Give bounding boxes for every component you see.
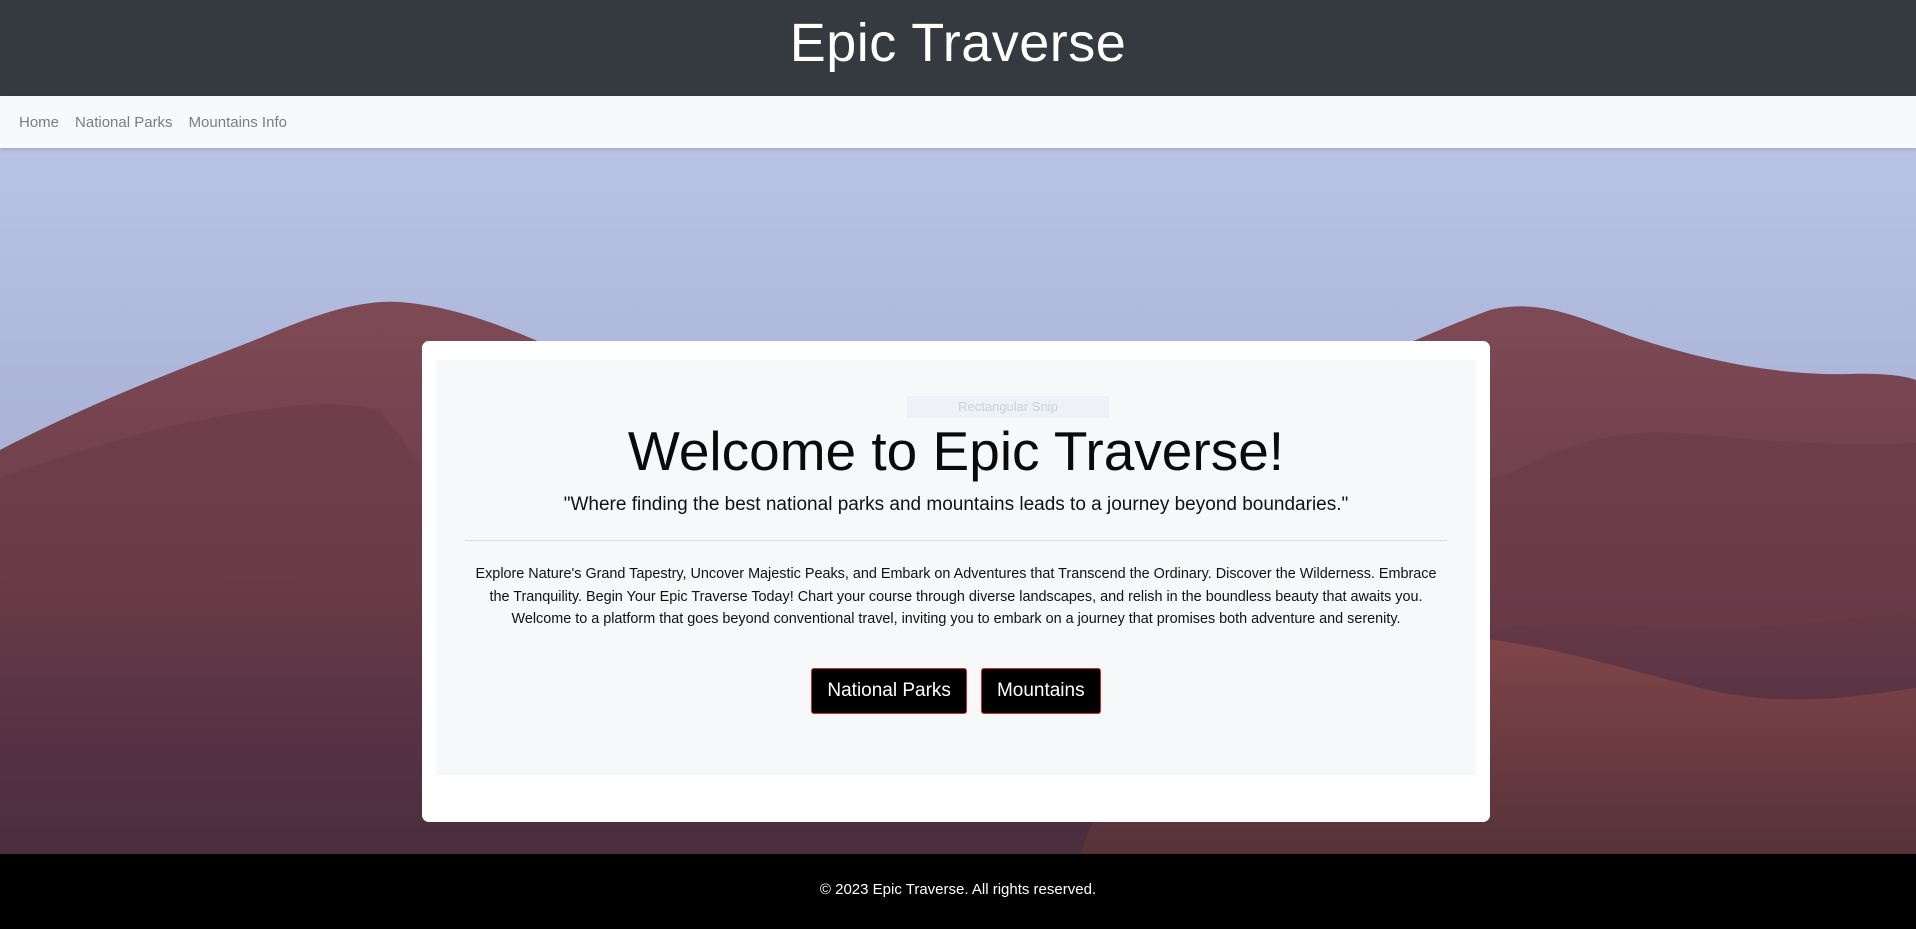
nav-link-national-parks[interactable]: National Parks — [67, 114, 181, 131]
copyright-text: © 2023 Epic Traverse. All rights reserve… — [819, 880, 1097, 898]
site-footer: © 2023 Epic Traverse. All rights reserve… — [0, 854, 1916, 929]
cta-buttons: National Parks Mountains — [436, 668, 1476, 714]
welcome-heading: Welcome to Epic Traverse! — [627, 420, 1285, 482]
tagline: "Where finding the best national parks a… — [563, 494, 1349, 515]
welcome-jumbotron: Rectangular Snip Welcome to Epic Travers… — [436, 360, 1476, 775]
welcome-card: Rectangular Snip Welcome to Epic Travers… — [422, 341, 1490, 822]
snip-tooltip: Rectangular Snip — [907, 396, 1109, 418]
top-navbar: Home National Parks Mountains Info — [0, 96, 1916, 148]
hero-section: Rectangular Snip Welcome to Epic Travers… — [0, 148, 1916, 854]
national-parks-button[interactable]: National Parks — [811, 668, 967, 714]
mountains-button[interactable]: Mountains — [980, 668, 1101, 714]
nav-link-home[interactable]: Home — [11, 114, 67, 131]
intro-description: Explore Nature's Grand Tapestry, Uncover… — [475, 566, 1437, 627]
nav-link-mountains-info[interactable]: Mountains Info — [181, 114, 295, 131]
site-title: Epic Traverse — [789, 13, 1127, 73]
divider — [465, 540, 1447, 541]
site-header: Epic Traverse — [0, 0, 1916, 96]
